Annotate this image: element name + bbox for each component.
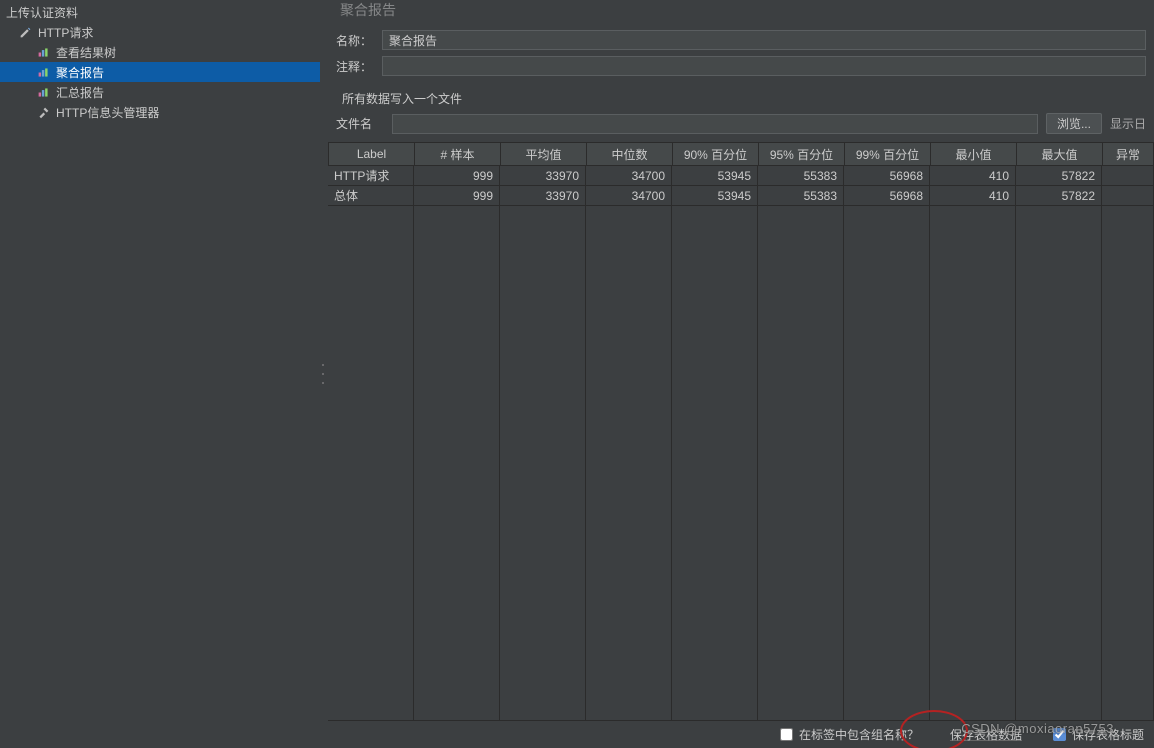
th-label[interactable]: Label [328, 142, 414, 166]
td: 55383 [758, 166, 844, 186]
row-comment: 注释： [336, 56, 1146, 76]
tree-item-label: HTTP信息头管理器 [56, 104, 159, 121]
th-pct95[interactable]: 95% 百分位 [758, 142, 844, 166]
tree-item-label: 查看结果树 [56, 44, 116, 61]
main-panel: 聚合报告 名称： 注释： 所有数据写入一个文件 文件名 浏览... 显示日 [328, 0, 1154, 748]
file-label: 文件名 [336, 115, 384, 132]
td: 56968 [844, 186, 930, 206]
tree-item-label: 汇总报告 [56, 84, 104, 101]
th-min[interactable]: 最小值 [930, 142, 1016, 166]
td: 57822 [1016, 166, 1102, 186]
table-row[interactable]: HTTP请求 999 33970 34700 53945 55383 56968… [328, 166, 1154, 186]
include-group-text: 在标签中包含组名称？ [799, 726, 919, 743]
app-root: 上传认证资料 HTTP请求 查看结果树 聚合报告 [0, 0, 1154, 748]
th-median[interactable]: 中位数 [586, 142, 672, 166]
table-body: HTTP请求 999 33970 34700 53945 55383 56968… [328, 166, 1154, 720]
td: 56968 [844, 166, 930, 186]
td: 999 [414, 186, 500, 206]
include-group-checkbox[interactable] [780, 728, 793, 741]
tree-item-http-header-manager[interactable]: HTTP信息头管理器 [0, 102, 320, 122]
td [1102, 166, 1154, 186]
td: 410 [930, 166, 1016, 186]
file-input[interactable] [392, 114, 1038, 134]
panel-header: 聚合报告 [328, 0, 1154, 26]
name-label: 名称： [336, 32, 374, 49]
th-pct99[interactable]: 99% 百分位 [844, 142, 930, 166]
table-row[interactable]: 总体 999 33970 34700 53945 55383 56968 410… [328, 186, 1154, 206]
pencil-icon [18, 25, 32, 39]
sidebar: 上传认证资料 HTTP请求 查看结果树 聚合报告 [0, 0, 320, 748]
splitter-handle[interactable] [320, 0, 328, 748]
td: 55383 [758, 186, 844, 206]
form-rows: 名称： 注释： [328, 26, 1154, 82]
td: 34700 [586, 186, 672, 206]
th-average[interactable]: 平均值 [500, 142, 586, 166]
td-label: HTTP请求 [328, 166, 414, 186]
table-head: Label # 样本 平均值 中位数 90% 百分位 95% 百分位 99% 百… [328, 142, 1154, 166]
td [1102, 186, 1154, 206]
th-error[interactable]: 异常 [1102, 142, 1154, 166]
row-name: 名称： [336, 30, 1146, 50]
td: 999 [414, 166, 500, 186]
tree-item-summary-report[interactable]: 汇总报告 [0, 82, 320, 102]
comment-label: 注释： [336, 58, 374, 75]
name-input[interactable] [382, 30, 1146, 50]
tree-item-aggregate-report[interactable]: 聚合报告 [0, 62, 320, 82]
file-section: 所有数据写入一个文件 文件名 浏览... 显示日 [328, 88, 1154, 136]
trailing-label: 显示日 [1110, 115, 1146, 132]
tree-item-label: 聚合报告 [56, 64, 104, 81]
tree-item-upload-auth[interactable]: 上传认证资料 [0, 2, 320, 22]
chart-icon [36, 45, 50, 59]
footer-bar: 在标签中包含组名称？ 保存表格数据 保存表格标题 [328, 720, 1154, 748]
result-table: Label # 样本 平均值 中位数 90% 百分位 95% 百分位 99% 百… [328, 142, 1154, 720]
wrench-icon [36, 105, 50, 119]
tree-item-label: HTTP请求 [38, 24, 93, 41]
file-section-title: 所有数据写入一个文件 [342, 90, 1146, 107]
tree-item-label: 上传认证资料 [6, 4, 78, 21]
td-label: 总体 [328, 186, 414, 206]
th-max[interactable]: 最大值 [1016, 142, 1102, 166]
td: 57822 [1016, 186, 1102, 206]
td: 410 [930, 186, 1016, 206]
td: 34700 [586, 166, 672, 186]
save-header-checkbox[interactable] [1053, 728, 1066, 741]
chart-icon [36, 85, 50, 99]
comment-input[interactable] [382, 56, 1146, 76]
tree-item-http-request[interactable]: HTTP请求 [0, 22, 320, 42]
panel-title: 聚合报告 [340, 0, 1144, 20]
splitter-dots-icon [322, 364, 326, 384]
td: 53945 [672, 186, 758, 206]
include-group-checkbox-label[interactable]: 在标签中包含组名称？ [780, 726, 919, 743]
file-row: 文件名 浏览... 显示日 [336, 113, 1146, 134]
save-header-checkbox-label[interactable]: 保存表格标题 [1053, 726, 1144, 743]
tree: 上传认证资料 HTTP请求 查看结果树 聚合报告 [0, 0, 320, 122]
save-header-text: 保存表格标题 [1072, 726, 1144, 743]
tree-item-view-results-tree[interactable]: 查看结果树 [0, 42, 320, 62]
td: 33970 [500, 186, 586, 206]
browse-button[interactable]: 浏览... [1046, 113, 1102, 134]
td: 53945 [672, 166, 758, 186]
th-samples[interactable]: # 样本 [414, 142, 500, 166]
save-table-data-button[interactable]: 保存表格数据 [939, 725, 1033, 745]
td: 33970 [500, 166, 586, 186]
th-pct90[interactable]: 90% 百分位 [672, 142, 758, 166]
chart-icon [36, 65, 50, 79]
